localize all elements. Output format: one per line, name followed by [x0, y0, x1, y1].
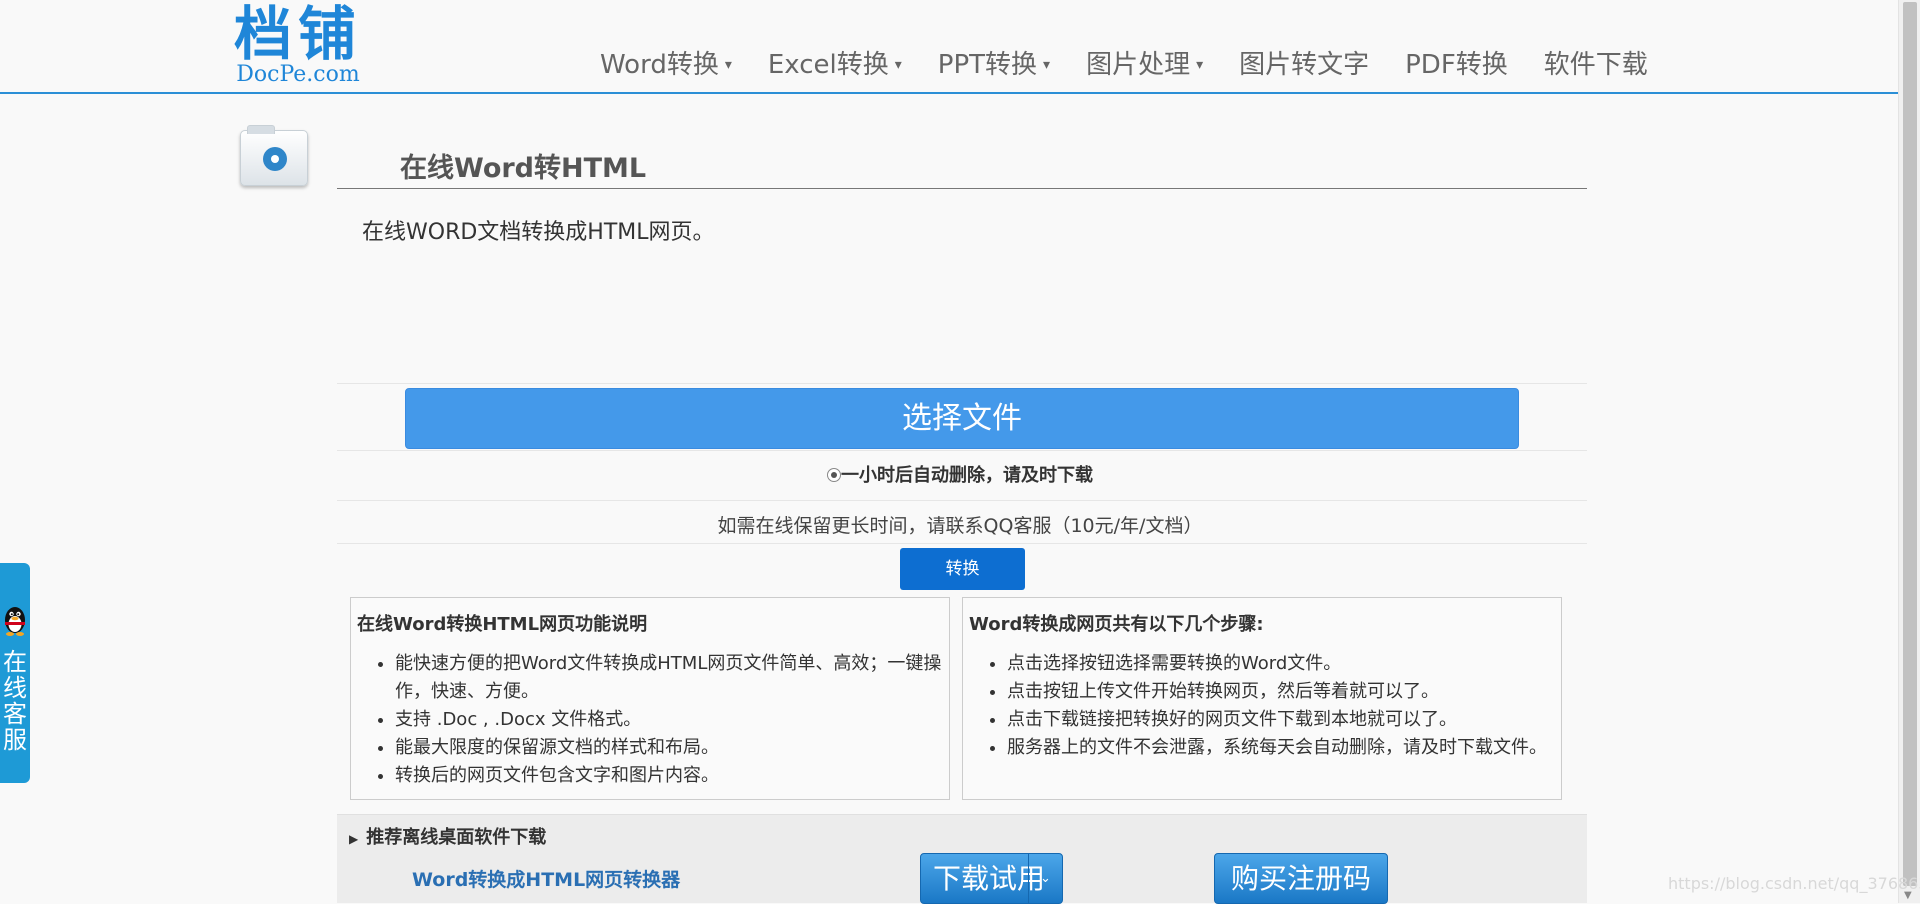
logo-chinese-text: 档铺 — [233, 0, 362, 68]
list-item: 点击下载链接把转换好的网页文件下载到本地就可以了。 — [1007, 706, 1561, 734]
features-list: 能快速方便的把Word文件转换成HTML网页文件简单、高效；一键操作，快速、方便… — [357, 650, 949, 790]
divider — [337, 500, 1587, 501]
nav-item-label: 图片转文字 — [1239, 49, 1370, 80]
settings-folder-icon — [240, 125, 308, 186]
features-panel: 在线Word转换HTML网页功能说明 能快速方便的把Word文件转换成HTML网… — [350, 597, 950, 800]
divider — [337, 450, 1587, 451]
page-scrollbar[interactable]: ▼ — [1898, 0, 1920, 903]
title-divider — [337, 188, 1587, 189]
site-logo[interactable]: 档铺 DocPe.com — [228, 2, 368, 90]
site-header: 档铺 DocPe.com Word转换 ▾ Excel转换 ▾ PPT转换 ▾ 图片处… — [0, 0, 1898, 94]
nav-item-ocr[interactable]: 图片转文字 — [1239, 44, 1369, 81]
caret-down-icon: ▾ — [1196, 57, 1204, 73]
select-file-button[interactable]: 选择文件 — [405, 388, 1519, 449]
online-support-label: 在线客服 — [3, 648, 27, 754]
caret-down-icon: ▾ — [724, 57, 732, 73]
nav-item-excel[interactable]: Excel转换 ▾ — [768, 44, 902, 81]
convert-button[interactable]: 转换 — [900, 548, 1025, 590]
page-description: 在线WORD文档转换成HTML网页。 — [362, 220, 715, 245]
nav-item-pdf[interactable]: PDF转换 — [1405, 44, 1508, 81]
list-item: 点击按钮上传文件开始转换网页，然后等着就可以了。 — [1007, 678, 1561, 706]
nav-item-ppt[interactable]: PPT转换 ▾ — [938, 44, 1050, 81]
radio-icon[interactable] — [827, 468, 841, 482]
list-item: 服务器上的文件不会泄露，系统每天会自动删除，请及时下载文件。 — [1007, 734, 1561, 762]
gear-icon — [263, 147, 287, 171]
buy-license-button[interactable]: 购买注册码 — [1214, 853, 1388, 904]
steps-panel: Word转换成网页共有以下几个步骤: 点击选择按钮选择需要转换的Word文件。 … — [962, 597, 1562, 800]
nav-item-word[interactable]: Word转换 ▾ — [600, 44, 732, 81]
features-title: 在线Word转换HTML网页功能说明 — [357, 614, 648, 635]
nav-item-label: PDF转换 — [1405, 49, 1508, 80]
qq-penguin-icon — [5, 607, 25, 636]
download-section-title: 推荐离线桌面软件下载 — [366, 827, 547, 848]
page-title: 在线Word转HTML — [400, 153, 647, 184]
list-item: 转换后的网页文件包含文字和图片内容。 — [395, 762, 949, 790]
download-trial-button[interactable]: 下载试用 ⌄ — [920, 853, 1063, 904]
nav-item-label: PPT转换 — [937, 49, 1038, 80]
auto-delete-label: 一小时后自动删除，请及时下载 — [841, 465, 1093, 486]
caret-down-icon: ▾ — [894, 57, 902, 73]
product-link[interactable]: Word转换成HTML网页转换器 — [412, 865, 680, 892]
list-item: 点击选择按钮选择需要转换的Word文件。 — [1007, 650, 1561, 678]
main-nav: Word转换 ▾ Excel转换 ▾ PPT转换 ▾ 图片处理 ▾ 图片转文字 PDF转… — [600, 40, 1684, 84]
nav-item-label: 图片处理 — [1086, 49, 1191, 80]
download-section-toggle[interactable]: ▶ 推荐离线桌面软件下载 — [349, 823, 546, 849]
chevron-down-icon[interactable]: ⌄ — [1028, 854, 1062, 903]
auto-delete-option[interactable]: 一小时后自动删除，请及时下载 — [0, 461, 1920, 487]
triangle-right-icon: ▶ — [349, 832, 359, 846]
list-item: 能快速方便的把Word文件转换成HTML网页文件简单、高效；一键操作，快速、方便… — [395, 650, 949, 706]
watermark: https://blog.csdn.net/qq_37686353 — [1668, 874, 1920, 893]
logo-english-text: DocPe.com — [236, 62, 360, 87]
nav-item-label: Word转换 — [600, 49, 719, 80]
steps-title: Word转换成网页共有以下几个步骤: — [969, 614, 1264, 635]
online-support-tab[interactable]: 在线客服 — [0, 563, 30, 783]
list-item: 能最大限度的保留源文档的样式和布局。 — [395, 734, 949, 762]
divider — [337, 543, 1587, 544]
software-download-section: ▶ 推荐离线桌面软件下载 Word转换成HTML网页转换器 下载试用 ⌄ 购买注册… — [337, 814, 1587, 904]
nav-item-label: 软件下载 — [1543, 49, 1648, 80]
nav-item-image[interactable]: 图片处理 ▾ — [1086, 44, 1203, 81]
nav-item-label: Excel转换 — [767, 49, 889, 80]
list-item: 支持 .Doc , .Docx 文件格式。 — [395, 706, 949, 734]
divider — [337, 383, 1587, 384]
steps-list: 点击选择按钮选择需要转换的Word文件。 点击按钮上传文件开始转换网页，然后等着… — [969, 650, 1561, 762]
nav-item-software[interactable]: 软件下载 — [1544, 44, 1648, 81]
scrollbar-thumb[interactable] — [1903, 2, 1917, 886]
caret-down-icon: ▾ — [1043, 57, 1051, 73]
retention-note: 如需在线保留更长时间，请联系QQ客服（10元/年/文档） — [717, 515, 1203, 537]
